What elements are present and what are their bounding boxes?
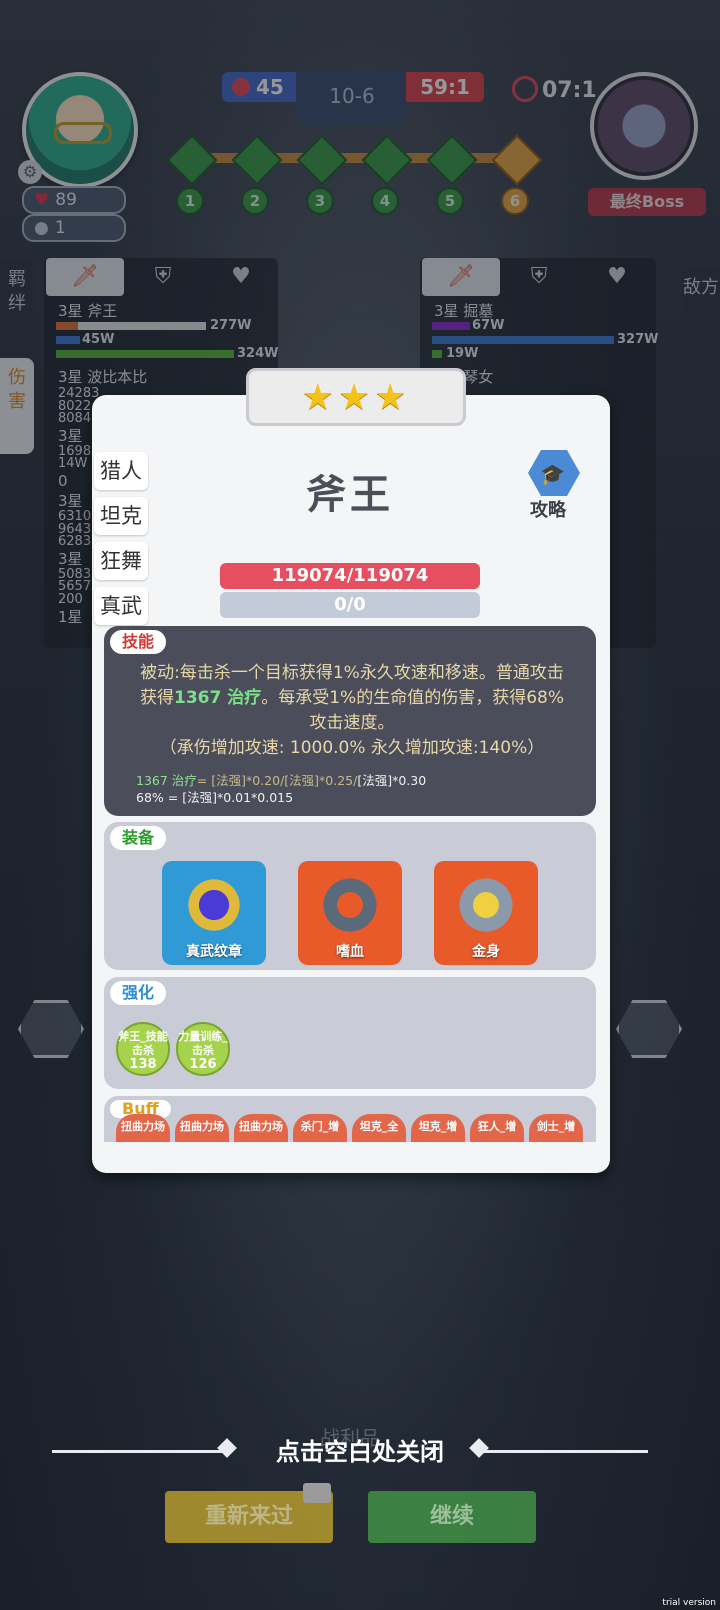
enhance-value: 138 xyxy=(129,1057,157,1072)
formula-part: [法强]*0.30 xyxy=(357,773,427,788)
star-banner: ★★★ xyxy=(246,368,466,426)
equip-slot-2[interactable]: 嗜血 xyxy=(298,861,402,965)
buff-chip[interactable]: 狂人_增 xyxy=(470,1114,524,1142)
skill-text-part: 。每承受1%的生命值的伤害，获得68% 攻击速度。 xyxy=(261,688,564,733)
enhance-badge-1[interactable]: 斧王_技能击杀 138 xyxy=(116,1022,170,1076)
equip-slot-1[interactable]: 真武纹章 xyxy=(162,861,266,965)
equip-name: 真武纹章 xyxy=(186,944,242,960)
class-tab-berserker[interactable]: 狂舞 xyxy=(94,542,148,580)
buff-chip[interactable]: 坦克_全 xyxy=(352,1114,406,1142)
skill-heal-value: 1367 治疗 xyxy=(174,688,262,708)
blade-icon xyxy=(320,875,380,935)
class-tab-tank[interactable]: 坦克 xyxy=(94,497,148,535)
close-hint: 点击空白处关闭 xyxy=(276,1438,444,1466)
buff-chip[interactable]: 扭曲力场 xyxy=(175,1114,229,1142)
video-ad-icon xyxy=(303,1483,331,1503)
guide-label: 攻略 xyxy=(530,500,566,521)
continue-button[interactable]: 继续 xyxy=(368,1491,536,1543)
formula-part: = [法强]*0.20/[法强]*0.25/ xyxy=(196,773,358,788)
hero-name: 斧王 xyxy=(306,472,394,518)
emblem-icon xyxy=(184,875,244,935)
buff-chip[interactable]: 坦克_增 xyxy=(411,1114,465,1142)
equip-name: 嗜血 xyxy=(336,944,364,960)
hero-hp-bar: 119074/119074 xyxy=(220,563,480,589)
buff-chip[interactable]: 剑士_增 xyxy=(529,1114,583,1142)
formula-heal: 1367 治疗 xyxy=(136,773,197,788)
buff-chip[interactable]: 扭曲力场 xyxy=(116,1114,170,1142)
equip-slot-3[interactable]: 金身 xyxy=(434,861,538,965)
enhance-name: 斧王_技能击杀 xyxy=(118,1030,168,1057)
buff-chip[interactable]: 扭曲力场 xyxy=(234,1114,288,1142)
enhance-label: 强化 xyxy=(110,981,167,1005)
hammer-icon xyxy=(456,875,516,935)
enhance-badge-2[interactable]: 力量训练_击杀 126 xyxy=(176,1022,230,1076)
skill-formula-2: 68% = [法强]*0.01*0.015 xyxy=(136,790,294,805)
equip-name: 金身 xyxy=(472,944,500,960)
skill-label: 技能 xyxy=(110,630,167,654)
graduation-cap-icon: 🎓 xyxy=(540,462,565,486)
enhance-value: 126 xyxy=(189,1057,217,1072)
trial-watermark: trial version xyxy=(662,1598,716,1608)
buff-chip[interactable]: 杀门_增 xyxy=(293,1114,347,1142)
equipment-label: 装备 xyxy=(110,826,167,850)
class-tab-zhenwu[interactable]: 真武 xyxy=(94,587,148,625)
skill-description: 被动:每击杀一个目标获得1%永久攻速和移速。普通攻击获得1367 治疗。每承受1… xyxy=(132,661,572,761)
class-tab-hunter[interactable]: 猎人 xyxy=(94,452,148,490)
guide-button[interactable]: 🎓 攻略 xyxy=(524,450,586,521)
hero-mp-bar: 0/0 xyxy=(220,592,480,618)
enhance-name: 力量训练_击杀 xyxy=(178,1030,228,1057)
skill-text-part: （承伤增加攻速: 1000.0% 永久增加攻速:140%） xyxy=(159,738,545,758)
star-rating: ★★★ xyxy=(301,377,411,418)
